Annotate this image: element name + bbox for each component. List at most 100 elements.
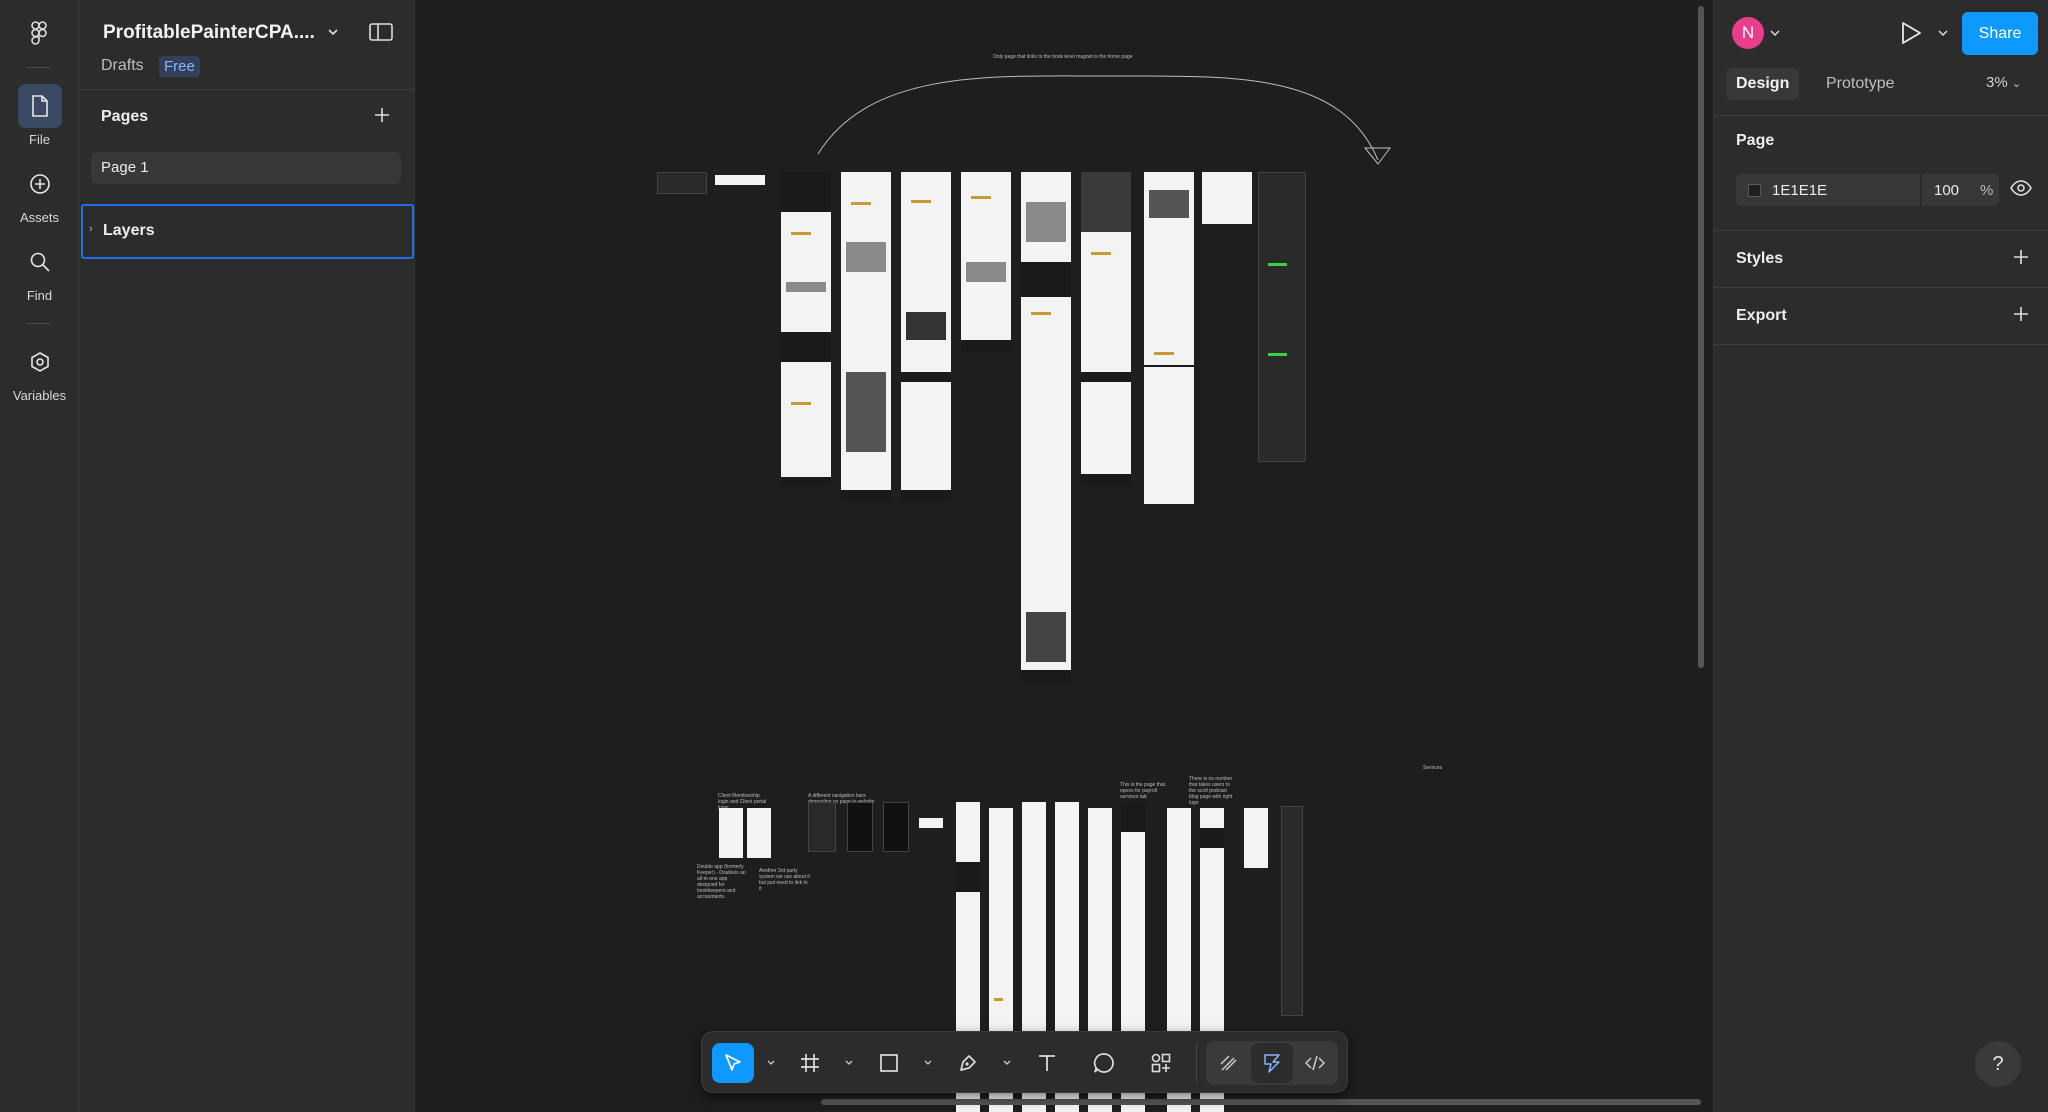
present-play-icon[interactable] <box>1897 20 1923 51</box>
design-frame[interactable] <box>883 802 909 852</box>
design-frame[interactable] <box>1144 172 1194 504</box>
page-item[interactable]: Page 1 <box>91 152 401 184</box>
tab-prototype[interactable]: Prototype <box>1816 68 1904 100</box>
variables-icon[interactable] <box>18 340 62 384</box>
design-frame[interactable] <box>901 172 951 502</box>
chevron-right-icon[interactable]: › <box>89 223 93 235</box>
canvas[interactable]: Only page that links to the book level m… <box>415 0 1713 1112</box>
chevron-down-icon[interactable] <box>1002 1058 1012 1068</box>
add-export-icon[interactable] <box>2012 305 2030 328</box>
design-frame[interactable] <box>781 172 831 486</box>
rail-item-assets[interactable]: Assets <box>0 162 79 225</box>
horizontal-scrollbar[interactable] <box>821 1099 1701 1105</box>
page-color-input[interactable]: 1E1E1E <box>1736 174 1920 206</box>
figma-logo-icon[interactable] <box>24 18 54 48</box>
share-button[interactable]: Share <box>1962 12 2038 55</box>
chevron-down-icon[interactable] <box>1769 28 1781 38</box>
frame-band <box>1144 365 1194 367</box>
design-frame[interactable] <box>1244 808 1268 868</box>
zoom-level: 3% <box>1986 74 2008 91</box>
figma-app: File Assets Find Variables ProfitablePai… <box>0 0 2048 1112</box>
design-frame[interactable] <box>961 172 1011 352</box>
canvas-annotation: Another 3rd party system we use about it… <box>759 868 810 892</box>
pen-tool-icon[interactable] <box>947 1043 989 1083</box>
frame-content <box>846 242 886 272</box>
avatar[interactable]: N <box>1732 17 1764 49</box>
rail-item-file[interactable]: File <box>0 84 79 147</box>
plan-badge[interactable]: Free <box>159 56 200 77</box>
design-frame[interactable] <box>1202 172 1252 224</box>
color-swatch[interactable] <box>1748 184 1761 197</box>
page-opacity-input[interactable]: 100 % <box>1922 174 1999 206</box>
design-frame[interactable] <box>919 818 943 828</box>
frame-button <box>1268 263 1287 266</box>
frame-button <box>1031 312 1051 315</box>
file-title[interactable]: ProfitablePainterCPA.... <box>103 22 315 44</box>
chevron-down-icon[interactable] <box>923 1058 933 1068</box>
design-frame[interactable] <box>657 172 707 194</box>
file-icon[interactable] <box>17 84 62 128</box>
comment-tool-icon[interactable] <box>1083 1043 1125 1083</box>
chevron-down-icon[interactable] <box>766 1058 776 1068</box>
design-frame[interactable] <box>1081 172 1131 486</box>
rail-item-find[interactable]: Find <box>0 240 79 303</box>
design-mode-icon[interactable] <box>1251 1043 1293 1083</box>
draw-mode-icon[interactable] <box>1208 1043 1250 1083</box>
rail-item-variables[interactable]: Variables <box>0 340 79 403</box>
frame-button <box>911 200 931 203</box>
frame-band <box>1081 372 1131 382</box>
design-frame[interactable] <box>808 802 836 852</box>
layers-section[interactable]: › Layers <box>81 204 414 259</box>
frame-button <box>791 232 811 235</box>
page-opacity-value[interactable]: 100 <box>1934 182 1959 199</box>
tab-design[interactable]: Design <box>1726 68 1800 100</box>
opacity-unit: % <box>1980 182 1994 199</box>
frame-band <box>956 862 980 892</box>
frame-band <box>1021 262 1071 297</box>
chevron-down-icon: ⌄ <box>2011 78 2022 90</box>
frame-image <box>906 312 946 340</box>
zoom-menu[interactable]: 3% ⌄ <box>1986 74 2021 91</box>
chevron-down-icon[interactable] <box>1937 28 1949 38</box>
right-panel: N Share Design Prototype 3% ⌄ Page 1E1E1… <box>1713 0 2048 1112</box>
panel-divider <box>1714 287 2048 288</box>
frame-footer <box>1021 670 1071 682</box>
chevron-down-icon[interactable] <box>844 1058 854 1068</box>
rail-item-label: Variables <box>12 388 67 403</box>
design-frame[interactable] <box>841 172 891 502</box>
design-frame[interactable] <box>747 808 771 858</box>
pages-heading: Pages <box>101 108 149 125</box>
shape-tool-icon[interactable] <box>868 1043 910 1083</box>
move-tool-icon[interactable] <box>712 1043 754 1083</box>
add-page-icon[interactable] <box>373 106 391 129</box>
vertical-scrollbar[interactable] <box>1698 6 1704 668</box>
add-style-icon[interactable] <box>2012 248 2030 271</box>
design-frame[interactable] <box>847 802 873 852</box>
rail-item-label: Assets <box>19 210 59 225</box>
text-tool-icon[interactable] <box>1026 1043 1068 1083</box>
canvas-annotation: This is the page that opens for payroll … <box>1120 782 1166 800</box>
page-color-value[interactable]: 1E1E1E <box>1772 182 1827 199</box>
rail-divider <box>27 323 51 324</box>
sidebar-toggle-icon[interactable] <box>369 22 393 47</box>
design-frame[interactable] <box>1258 172 1306 462</box>
design-frame[interactable] <box>1281 806 1303 1016</box>
frame-button <box>1268 353 1287 356</box>
design-frame[interactable] <box>715 175 765 185</box>
frame-tool-icon[interactable] <box>789 1043 831 1083</box>
frame-content <box>1026 202 1066 242</box>
design-frame[interactable] <box>1021 172 1071 682</box>
eye-icon[interactable] <box>2010 180 2032 201</box>
frame-hero <box>1081 172 1131 232</box>
dev-mode-icon[interactable] <box>1294 1043 1336 1083</box>
canvas-annotation: Only page that links to the book level m… <box>993 54 1133 60</box>
search-icon[interactable] <box>18 240 62 284</box>
frame-image-grid <box>1026 612 1066 662</box>
assets-icon[interactable] <box>18 162 62 206</box>
chevron-down-icon[interactable] <box>327 24 339 42</box>
design-frame[interactable] <box>719 808 743 858</box>
help-button[interactable]: ? <box>1975 1041 2021 1087</box>
file-location[interactable]: Drafts <box>101 57 144 75</box>
actions-tool-icon[interactable] <box>1140 1043 1182 1083</box>
frame-button <box>971 196 991 199</box>
